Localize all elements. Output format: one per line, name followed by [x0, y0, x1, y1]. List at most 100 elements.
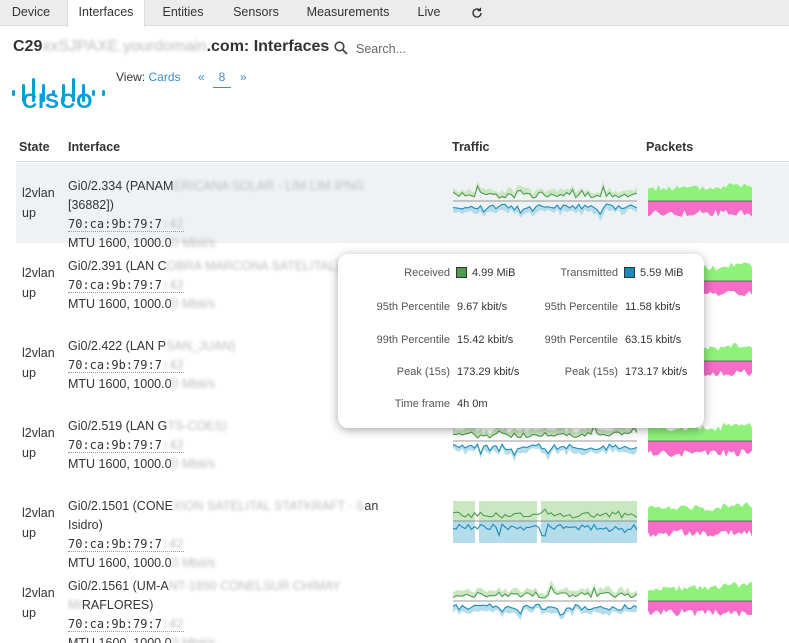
tt-p99-out: 63.15 kbit/s [625, 334, 682, 346]
table-row[interactable]: l2vlan up Gi0/2.334 (PANAMERICANA SOLAR - … [16, 163, 789, 250]
refresh-button[interactable] [460, 0, 494, 26]
tab-sensors[interactable]: Sensors [222, 0, 290, 26]
mac-address-redacted: :42 [161, 217, 184, 231]
packets-graph[interactable] [648, 177, 752, 227]
interface-name: Gi0/2.519 (LAN G [68, 419, 168, 433]
mac-address[interactable]: 70:ca:9b:79:7:42 [68, 617, 184, 632]
state-type: l2vlan [22, 346, 55, 360]
interface-state: l2vlan up [22, 503, 62, 543]
traffic-graph[interactable] [452, 177, 638, 227]
mac-address[interactable]: 70:ca:9b:79:7:42 [68, 358, 184, 373]
mac-address[interactable]: 70:ca:9b:79:7:42 [68, 438, 184, 453]
mtu-speed-redacted: 0 Mbit/s [171, 297, 216, 311]
view-selector: View: Cards [116, 70, 181, 84]
traffic-band [453, 501, 475, 521]
state-type: l2vlan [22, 186, 55, 200]
packets-out-area [648, 601, 752, 617]
page-title: C29xxSJPAXE.yourdomain.com: Interfaces [13, 38, 330, 55]
tt-peak-in: 173.29 kbit/s [457, 366, 520, 378]
traffic-band [541, 501, 637, 521]
tab-entities[interactable]: Entities [150, 0, 216, 26]
mac-address[interactable]: 70:ca:9b:79:7:42 [68, 537, 184, 552]
pager-next[interactable]: » [240, 70, 247, 84]
interface-name: Gi0/2.334 (PANAM [68, 179, 174, 193]
refresh-icon [472, 7, 482, 18]
tab-device[interactable]: Device [0, 0, 62, 26]
tt-peak-label: Peak (15s) [396, 366, 450, 378]
interface-name-link[interactable]: Gi0/2.334 (PANAMERICANA SOLAR - LIM LIM … [68, 177, 398, 215]
tt-p95-label: 95th Percentile [376, 301, 450, 313]
interface-info: Gi0/2.1561 (UM-ANT-1650 CONELSUR CHIMAY … [68, 577, 398, 643]
search-box[interactable] [334, 40, 496, 58]
packets-graph[interactable] [648, 577, 752, 627]
tab-interfaces[interactable]: Interfaces [67, 0, 145, 27]
mtu-speed: MTU 1600, 1000.0 [68, 636, 172, 643]
tt-p95-in: 9.67 kbit/s [457, 301, 508, 313]
mtu-speed-redacted: 0 Mbit/s [171, 636, 216, 643]
table-row[interactable]: l2vlan up Gi0/2.1501 (CONEXION SATELITAL S… [16, 483, 789, 570]
mac-address-redacted: :42 [161, 438, 184, 452]
received-swatch-icon [456, 267, 467, 278]
state-status: up [22, 526, 36, 540]
tt-transmitted-label: Transmitted [560, 267, 618, 279]
search-icon [334, 41, 348, 55]
state-status: up [22, 206, 36, 220]
tt-timeframe-value: 4h 0m [457, 398, 488, 410]
packets-in-area [648, 502, 752, 521]
tab-live[interactable]: Live [407, 0, 451, 26]
pager-current[interactable]: 8 [213, 70, 231, 88]
state-status: up [22, 286, 36, 300]
mac-address-text: 70:ca:9b:79:7 [68, 617, 162, 631]
mac-address[interactable]: 70:ca:9b:79:7:42 [68, 278, 184, 293]
column-interface: Interface [68, 140, 121, 154]
tt-timeframe-label: Time frame [394, 398, 450, 410]
mtu-speed: MTU 1600, 1000.0 [68, 457, 172, 471]
interface-name: Gi0/2.422 (LAN P [68, 339, 166, 353]
mtu-speed: MTU 1600, 1000.0 [68, 377, 172, 391]
traffic-band [541, 521, 637, 543]
column-traffic: Traffic [452, 140, 490, 154]
column-packets: Packets [646, 140, 694, 154]
search-input[interactable] [356, 40, 496, 58]
traffic-in-area [453, 580, 637, 598]
traffic-graph[interactable] [452, 497, 638, 547]
interface-info: Gi0/2.1501 (CONEXION SATELITAL STATKRAFT… [68, 497, 398, 573]
packets-graph[interactable] [648, 497, 752, 547]
traffic-out-area [453, 604, 637, 621]
tt-p99-label: 99th Percentile [376, 334, 450, 346]
tt-p95-out: 11.58 kbit/s [625, 301, 681, 313]
table-row[interactable]: l2vlan up Gi0/2.1561 (UM-ANT-1650 CONELSUR… [16, 563, 789, 643]
interface-name-redacted: SAN_JUAN) [165, 339, 236, 353]
tt-peak-out: 173.17 kbit/s [625, 366, 688, 378]
cisco-logo-text: CISCO [22, 90, 94, 113]
traffic-band [453, 521, 475, 543]
mac-address-redacted: :42 [161, 358, 184, 372]
interface-name-redacted: OBRA MARCONA SATELITAL) [166, 259, 340, 273]
interface-name-link[interactable]: Gi0/2.1501 (CONEXION SATELITAL STATKRAFT… [68, 497, 398, 535]
state-type: l2vlan [22, 266, 55, 280]
mac-address[interactable]: 70:ca:9b:79:7:42 [68, 217, 184, 232]
mac-address-text: 70:ca:9b:79:7 [68, 358, 162, 372]
column-state: State [19, 140, 50, 154]
interface-name-link[interactable]: Gi0/2.1561 (UM-ANT-1650 CONELSUR CHIMAY … [68, 577, 398, 615]
tt-peak-label-out: Peak (15s) [564, 366, 618, 378]
mac-address-text: 70:ca:9b:79:7 [68, 537, 162, 551]
interface-state: l2vlan up [22, 263, 62, 303]
transmitted-swatch-icon [624, 267, 635, 278]
state-status: up [22, 366, 36, 380]
traffic-tooltip: Received 4.99 MiB Transmitted 5.59 MiB 9… [338, 254, 704, 428]
mtu-speed-redacted: 0 Mbit/s [171, 377, 216, 391]
tt-p99-in: 15.42 kbit/s [457, 334, 514, 346]
tt-p95-label-out: 95th Percentile [544, 301, 618, 313]
view-cards-link[interactable]: Cards [148, 70, 180, 84]
interface-state: l2vlan up [22, 183, 62, 223]
interface-name: Gi0/2.391 (LAN C [68, 259, 167, 273]
tt-p99-label-out: 99th Percentile [544, 334, 618, 346]
interface-state: l2vlan up [22, 583, 62, 623]
view-label: View: [116, 70, 146, 84]
pager-prev[interactable]: « [198, 70, 205, 84]
state-type: l2vlan [22, 426, 55, 440]
traffic-graph[interactable] [452, 577, 638, 627]
tab-measurements[interactable]: Measurements [298, 0, 398, 26]
tt-received-label: Received [404, 267, 450, 279]
